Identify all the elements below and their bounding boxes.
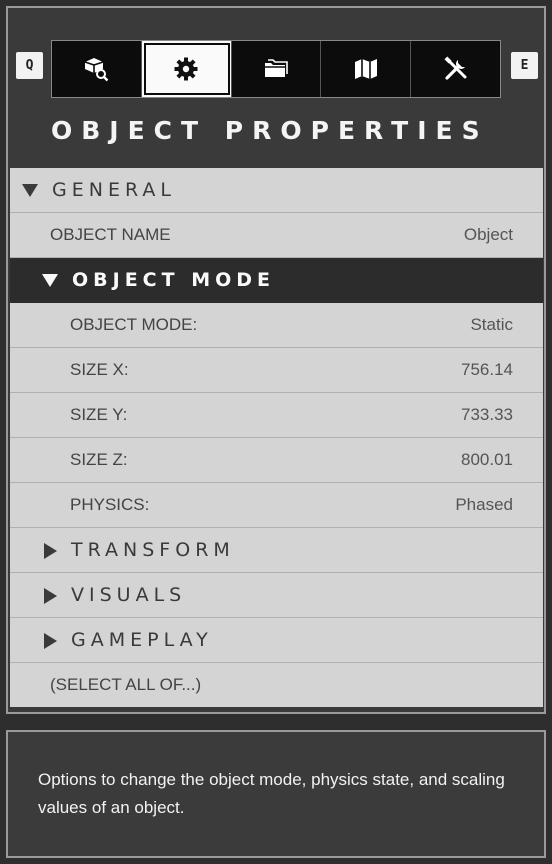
folder-icon bbox=[264, 59, 288, 77]
section-gameplay[interactable]: GAMEPLAY bbox=[10, 618, 543, 663]
forge-editor-window: Q E OBJECT PROPERTIES GENERAL OBJECT NAM… bbox=[0, 0, 552, 864]
description-panel: Options to change the object mode, physi… bbox=[6, 730, 546, 858]
size-y-label: SIZE Y: bbox=[70, 405, 128, 424]
section-gameplay-label: GAMEPLAY bbox=[71, 629, 213, 651]
size-y-value: 733.33 bbox=[461, 405, 513, 424]
select-all-button[interactable]: (SELECT ALL OF...) bbox=[10, 663, 543, 707]
object-mode-label: OBJECT MODE: bbox=[70, 315, 198, 334]
gear-icon bbox=[174, 57, 198, 81]
panel-title: OBJECT PROPERTIES bbox=[51, 116, 489, 145]
property-size-x[interactable]: SIZE X: 756.14 bbox=[10, 348, 543, 393]
object-browser-icon bbox=[85, 58, 109, 82]
tools-icon bbox=[444, 56, 467, 80]
map-icon bbox=[354, 59, 377, 79]
tab-object-properties[interactable] bbox=[141, 41, 232, 97]
property-object-mode[interactable]: OBJECT MODE: Static bbox=[10, 303, 543, 348]
section-object-mode-label: OBJECT MODE bbox=[72, 269, 276, 291]
section-general-label: GENERAL bbox=[52, 179, 176, 201]
tab-files[interactable] bbox=[231, 41, 322, 97]
section-visuals-label: VISUALS bbox=[71, 584, 187, 606]
size-z-label: SIZE Z: bbox=[70, 450, 128, 469]
tab-bar bbox=[51, 40, 501, 98]
property-object-name[interactable]: OBJECT NAME Object bbox=[10, 213, 543, 258]
tab-map[interactable] bbox=[321, 41, 412, 97]
section-general[interactable]: GENERAL bbox=[10, 168, 543, 213]
section-object-mode[interactable]: OBJECT MODE bbox=[10, 258, 543, 303]
section-visuals[interactable]: VISUALS bbox=[10, 573, 543, 618]
select-all-label: (SELECT ALL OF...) bbox=[50, 675, 202, 694]
description-text: Options to change the object mode, physi… bbox=[38, 770, 505, 817]
properties-list: GENERAL OBJECT NAME Object OBJECT MODE O… bbox=[10, 168, 543, 707]
collapsed-arrow-icon bbox=[44, 587, 57, 604]
property-size-z[interactable]: SIZE Z: 800.01 bbox=[10, 438, 543, 483]
collapsed-arrow-icon bbox=[44, 632, 57, 649]
physics-label: PHYSICS: bbox=[70, 495, 150, 514]
section-transform[interactable]: TRANSFORM bbox=[10, 528, 543, 573]
object-name-value: Object bbox=[463, 225, 513, 244]
tab-tools[interactable] bbox=[411, 41, 500, 97]
prev-tab-key-badge[interactable]: Q bbox=[16, 52, 43, 79]
size-x-label: SIZE X: bbox=[70, 360, 129, 379]
property-size-y[interactable]: SIZE Y: 733.33 bbox=[10, 393, 543, 438]
expanded-arrow-icon bbox=[42, 274, 58, 287]
size-z-value: 800.01 bbox=[461, 450, 513, 469]
object-name-label: OBJECT NAME bbox=[50, 225, 171, 244]
property-physics[interactable]: PHYSICS: Phased bbox=[10, 483, 543, 528]
section-transform-label: TRANSFORM bbox=[71, 539, 235, 561]
physics-value: Phased bbox=[455, 495, 513, 514]
tab-object-browser[interactable] bbox=[52, 41, 142, 97]
next-tab-key-badge[interactable]: E bbox=[511, 52, 538, 79]
collapsed-arrow-icon bbox=[44, 542, 57, 559]
expanded-arrow-icon bbox=[22, 184, 38, 197]
object-mode-value: Static bbox=[470, 315, 513, 334]
size-x-value: 756.14 bbox=[461, 360, 513, 379]
